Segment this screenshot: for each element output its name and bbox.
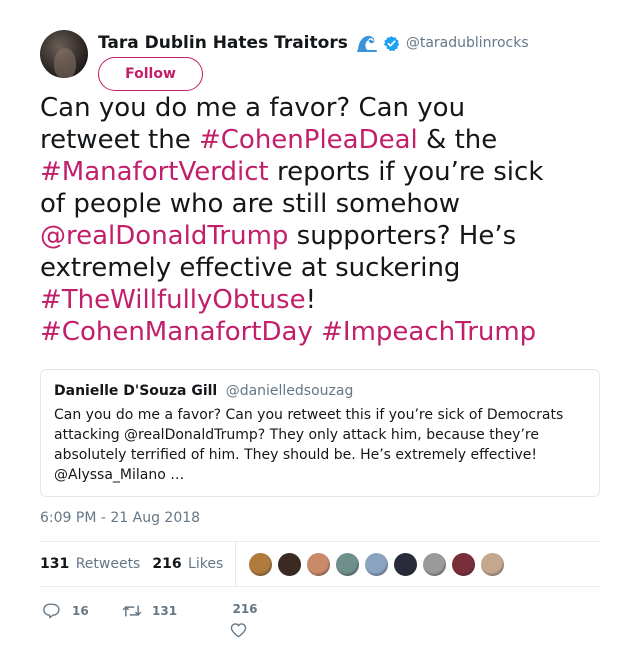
tweet-text-segment: supporters? He’s <box>288 221 517 251</box>
tweet-text-segment: retweet the <box>40 125 199 155</box>
author-display-name[interactable]: Tara Dublin Hates Traitors <box>98 33 348 53</box>
author-header: Tara Dublin Hates Traitors @taradublinro… <box>98 32 529 54</box>
liker-avatar[interactable] <box>422 551 448 577</box>
hashtag-link[interactable]: #TheWillfullyObtuse <box>40 285 306 315</box>
quoted-tweet-text: Can you do me a favor? Can you retweet t… <box>54 405 586 485</box>
tweet-text-segment: of people who are still somehow <box>40 189 461 219</box>
liker-avatar[interactable] <box>451 551 477 577</box>
divider <box>40 586 600 587</box>
liker-avatar[interactable] <box>393 551 419 577</box>
hashtag-link[interactable]: #ImpeachTrump <box>321 317 536 347</box>
tweet-text-segment: & the <box>417 125 498 155</box>
hashtag-link[interactable]: #CohenPleaDeal <box>199 125 418 155</box>
quoted-tweet-header: Danielle D'Souza Gill @danielledsouzag <box>54 383 586 399</box>
tweet-text-line: #CohenManafortDay #ImpeachTrump <box>40 316 620 348</box>
tweet-text-line: of people who are still somehow <box>40 188 620 220</box>
tweet-text-segment: Can you do me a favor? Can you <box>40 93 466 123</box>
liker-avatar[interactable] <box>480 551 506 577</box>
mention-link[interactable]: @realDonaldTrump <box>40 221 288 251</box>
engagement-stats: 131 Retweets 216 Likes <box>40 542 600 586</box>
tweet-text-line: #TheWillfullyObtuse! <box>40 284 620 316</box>
likes-label: Likes <box>188 556 224 572</box>
hashtag-link[interactable]: #CohenManafortDay <box>40 317 313 347</box>
tweet-actions: 16 131 216 <box>40 598 600 648</box>
hashtag-link[interactable]: #ManafortVerdict <box>40 157 269 187</box>
retweet-action[interactable]: 131 <box>122 602 177 620</box>
liker-avatar[interactable] <box>364 551 390 577</box>
like-count: 216 <box>232 602 258 616</box>
tweet-text-line: #ManafortVerdict reports if you’re sick <box>40 156 620 188</box>
retweet-count: 131 <box>152 604 178 618</box>
follow-button[interactable]: Follow <box>98 57 203 91</box>
heart-icon <box>230 622 247 638</box>
likes-count: 216 <box>152 556 182 572</box>
reply-count: 16 <box>72 604 89 618</box>
liker-avatar[interactable] <box>277 551 303 577</box>
verified-badge-icon <box>383 35 400 52</box>
liker-avatar[interactable] <box>306 551 332 577</box>
tweet-text-line: @realDonaldTrump supporters? He’s <box>40 220 620 252</box>
quoted-author-handle: @danielledsouzag <box>225 383 354 399</box>
likes-stat[interactable]: 216 Likes <box>152 556 223 572</box>
retweet-icon <box>122 602 142 620</box>
quoted-text-line: absolutely terrified of him. They should… <box>54 447 537 463</box>
tweet-text-line: retweet the #CohenPleaDeal & the <box>40 124 620 156</box>
retweets-label: Retweets <box>75 556 141 572</box>
retweets-stat[interactable]: 131 Retweets <box>40 556 140 572</box>
tweet-text-segment: reports if you’re sick <box>268 157 544 187</box>
tweet-card: Tara Dublin Hates Traitors @taradublinro… <box>0 0 640 650</box>
quoted-text-line: @Alyssa_Milano … <box>54 467 185 483</box>
author-avatar[interactable] <box>40 30 88 78</box>
tweet-text: Can you do me a favor? Can you retweet th… <box>40 92 620 348</box>
reply-icon <box>42 602 60 620</box>
quoted-tweet[interactable]: Danielle D'Souza Gill @danielledsouzag C… <box>40 369 600 497</box>
tweet-text-segment <box>313 317 321 347</box>
water-wave-icon <box>356 33 378 53</box>
liker-avatar[interactable] <box>335 551 361 577</box>
quoted-text-line: Can you do me a favor? Can you retweet t… <box>54 407 564 423</box>
tweet-timestamp[interactable]: 6:09 PM - 21 Aug 2018 <box>40 510 200 526</box>
liker-avatar[interactable] <box>248 551 274 577</box>
tweet-text-segment: extremely effective at suckering <box>40 253 461 283</box>
stats-separator <box>235 542 237 586</box>
quoted-text-line: attacking @realDonaldTrump? They only at… <box>54 427 539 443</box>
tweet-text-segment: ! <box>305 285 317 315</box>
liker-avatars <box>248 551 509 577</box>
reply-action[interactable]: 16 <box>42 602 89 620</box>
like-action[interactable]: 216 <box>230 602 260 638</box>
author-handle[interactable]: @taradublinrocks <box>406 35 529 51</box>
quoted-author-name: Danielle D'Souza Gill <box>54 383 218 399</box>
tweet-text-line: Can you do me a favor? Can you <box>40 92 620 124</box>
retweets-count: 131 <box>40 556 70 572</box>
tweet-text-line: extremely effective at suckering <box>40 252 620 284</box>
